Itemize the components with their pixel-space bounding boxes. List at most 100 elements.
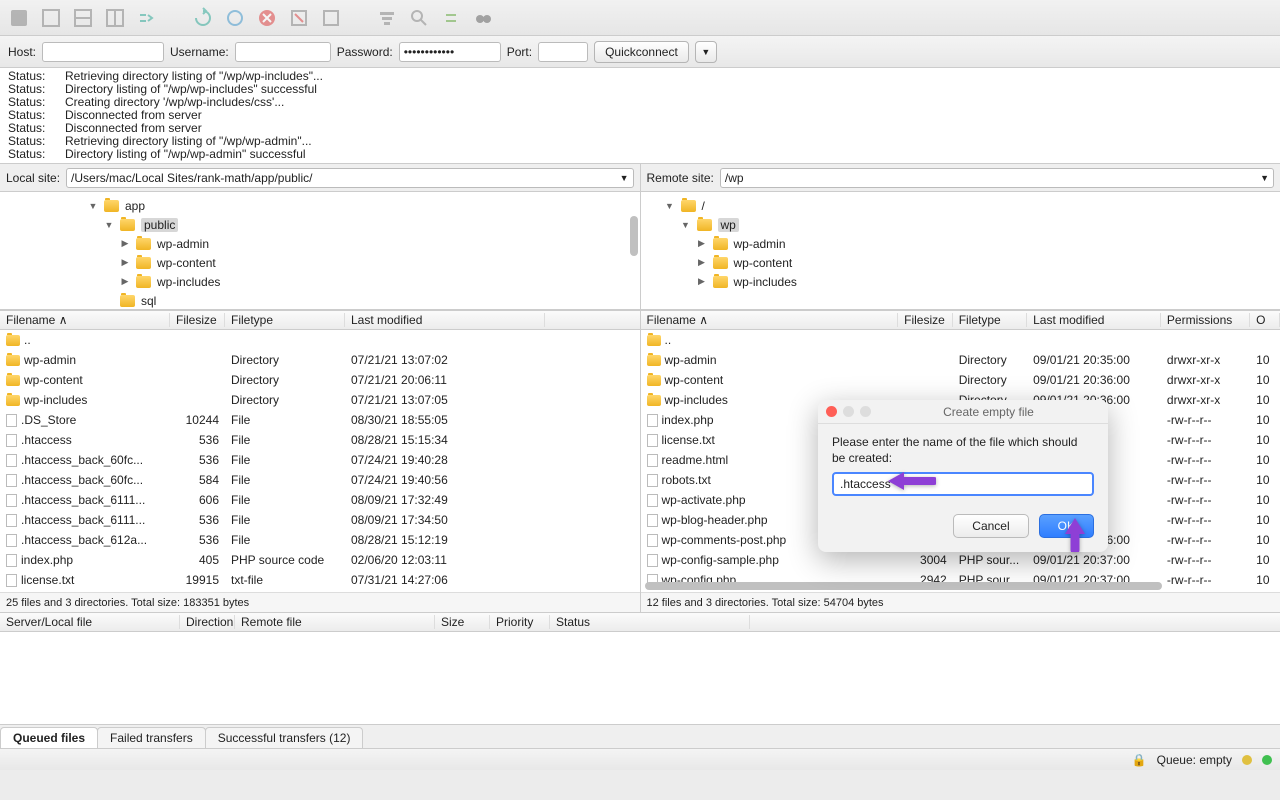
lock-icon: 🔒 — [1132, 753, 1147, 767]
folder-icon — [713, 276, 728, 288]
local-site-label: Local site: — [6, 171, 60, 185]
folder-icon — [120, 219, 135, 231]
status-bar: 🔒 Queue: empty — [0, 748, 1280, 770]
local-status: 25 files and 3 directories. Total size: … — [0, 592, 640, 612]
transfer-tab[interactable]: Failed transfers — [97, 727, 206, 748]
tree-item[interactable]: ▼wp — [641, 215, 1280, 234]
dialog-zoom-icon — [860, 406, 871, 417]
file-row[interactable]: .htaccess_back_6111...606File08/09/21 17… — [0, 490, 640, 510]
file-icon — [647, 434, 658, 447]
folder-icon — [6, 335, 20, 346]
compare-icon[interactable] — [136, 7, 158, 29]
search-icon[interactable] — [408, 7, 430, 29]
main-toolbar — [0, 0, 1280, 36]
file-row[interactable]: wp-config-sample.php3004PHP sour...09/01… — [641, 550, 1280, 570]
tree-item[interactable]: ▶wp-admin — [0, 234, 640, 253]
local-tree-scrollbar[interactable] — [630, 194, 638, 307]
tree-item[interactable]: sql — [0, 291, 640, 309]
file-row[interactable]: wp-contentDirectory07/21/21 20:06:11 — [0, 370, 640, 390]
file-icon — [6, 494, 17, 507]
filter-icon[interactable] — [376, 7, 398, 29]
file-icon — [647, 454, 658, 467]
remote-tree[interactable]: ▼/▼wp▶wp-admin▶wp-content▶wp-includes — [641, 192, 1280, 309]
file-icon — [6, 574, 17, 587]
dialog-filename-input[interactable] — [832, 472, 1094, 496]
transfer-tab[interactable]: Queued files — [0, 727, 98, 748]
file-row[interactable]: wp-cron.php4001PHP sour...09/01/21 20:37… — [641, 590, 1280, 592]
file-row[interactable]: .. — [0, 330, 640, 350]
local-path-select[interactable]: /Users/mac/Local Sites/rank-math/app/pub… — [66, 168, 633, 188]
sitemanager-icon[interactable] — [8, 7, 30, 29]
tree-item[interactable]: ▶wp-includes — [641, 272, 1280, 291]
layout-icon[interactable] — [40, 7, 62, 29]
reconnect-icon[interactable] — [320, 7, 342, 29]
dialog-min-icon — [843, 406, 854, 417]
file-row[interactable]: index.php405PHP source code02/06/20 12:0… — [0, 550, 640, 570]
file-row[interactable]: wp-adminDirectory07/21/21 13:07:02 — [0, 350, 640, 370]
file-icon — [647, 554, 658, 567]
site-path-bar: Local site: /Users/mac/Local Sites/rank-… — [0, 164, 1280, 192]
refresh-icon[interactable] — [192, 7, 214, 29]
folder-icon — [136, 238, 151, 250]
file-row[interactable]: .DS_Store10244File08/30/21 18:55:05 — [0, 410, 640, 430]
file-row[interactable]: .htaccess_back_60fc...584File07/24/21 19… — [0, 470, 640, 490]
port-input[interactable] — [538, 42, 588, 62]
remote-path-select[interactable]: /wp▼ — [720, 168, 1274, 188]
remote-site-label: Remote site: — [647, 171, 714, 185]
quickconnect-dropdown[interactable]: ▼ — [695, 41, 717, 63]
file-row[interactable]: wp-adminDirectory09/01/21 20:35:00drwxr-… — [641, 350, 1280, 370]
remote-list-header[interactable]: Filename ∧FilesizeFiletypeLast modifiedP… — [641, 310, 1280, 330]
process-icon[interactable] — [224, 7, 246, 29]
local-list-rows[interactable]: ..wp-adminDirectory07/21/21 13:07:02wp-c… — [0, 330, 640, 592]
file-row[interactable]: license.txt19915txt-file07/31/21 14:27:0… — [0, 570, 640, 590]
file-icon — [6, 414, 17, 427]
dialog-close-icon[interactable] — [826, 406, 837, 417]
file-row[interactable]: .. — [641, 330, 1280, 350]
local-list-header[interactable]: Filename ∧FilesizeFiletypeLast modified — [0, 310, 640, 330]
password-input[interactable] — [399, 42, 501, 62]
create-file-dialog: Create empty file Please enter the name … — [818, 400, 1108, 552]
queue-status: Queue: empty — [1157, 753, 1232, 767]
binoculars-icon[interactable] — [472, 7, 494, 29]
file-row[interactable]: .htaccess_back_612a...536File08/28/21 15… — [0, 530, 640, 550]
file-row[interactable]: .htaccess_back_60fc...536File07/24/21 19… — [0, 450, 640, 470]
tree-item[interactable]: ▶wp-includes — [0, 272, 640, 291]
disconnect-icon[interactable] — [288, 7, 310, 29]
file-row[interactable]: wp-contentDirectory09/01/21 20:36:00drwx… — [641, 370, 1280, 390]
folder-icon — [6, 355, 20, 366]
password-label: Password: — [337, 45, 393, 59]
username-input[interactable] — [235, 42, 331, 62]
layout3-icon[interactable] — [104, 7, 126, 29]
tree-item[interactable]: ▼/ — [641, 196, 1280, 215]
port-label: Port: — [507, 45, 532, 59]
tree-item[interactable]: ▶wp-admin — [641, 234, 1280, 253]
queue-header[interactable]: Server/Local fileDirectionRemote fileSiz… — [0, 612, 1280, 632]
dialog-cancel-button[interactable]: Cancel — [953, 514, 1028, 538]
dialog-ok-button[interactable]: OK — [1039, 514, 1094, 538]
folder-icon — [647, 395, 661, 406]
transfer-tabs: Queued filesFailed transfersSuccessful t… — [0, 724, 1280, 748]
folder-icon — [681, 200, 696, 212]
tree-item[interactable]: ▶wp-content — [641, 253, 1280, 272]
dialog-title: Create empty file — [877, 405, 1100, 419]
transfer-tab[interactable]: Successful transfers (12) — [205, 727, 364, 748]
layout2-icon[interactable] — [72, 7, 94, 29]
tree-item[interactable]: ▶wp-content — [0, 253, 640, 272]
file-row[interactable]: .htaccess536File08/28/21 15:15:34 — [0, 430, 640, 450]
tree-item[interactable]: ▼app — [0, 196, 640, 215]
directory-trees: ▼app▼public▶wp-admin▶wp-content▶wp-inclu… — [0, 192, 1280, 310]
local-tree[interactable]: ▼app▼public▶wp-admin▶wp-content▶wp-inclu… — [0, 192, 641, 309]
folder-icon — [6, 375, 20, 386]
folder-icon — [713, 238, 728, 250]
file-row[interactable]: wp-includesDirectory07/21/21 13:07:05 — [0, 390, 640, 410]
tree-item[interactable]: ▼public — [0, 215, 640, 234]
quickconnect-button[interactable]: Quickconnect — [594, 41, 689, 63]
dialog-prompt: Please enter the name of the file which … — [832, 434, 1094, 466]
remote-list-h-scrollbar[interactable] — [645, 582, 1277, 590]
folder-icon — [136, 276, 151, 288]
file-row[interactable]: .htaccess_back_6111...536File08/09/21 17… — [0, 510, 640, 530]
file-icon — [6, 454, 17, 467]
cancel-icon[interactable] — [256, 7, 278, 29]
sync-icon[interactable] — [440, 7, 462, 29]
host-input[interactable] — [42, 42, 164, 62]
